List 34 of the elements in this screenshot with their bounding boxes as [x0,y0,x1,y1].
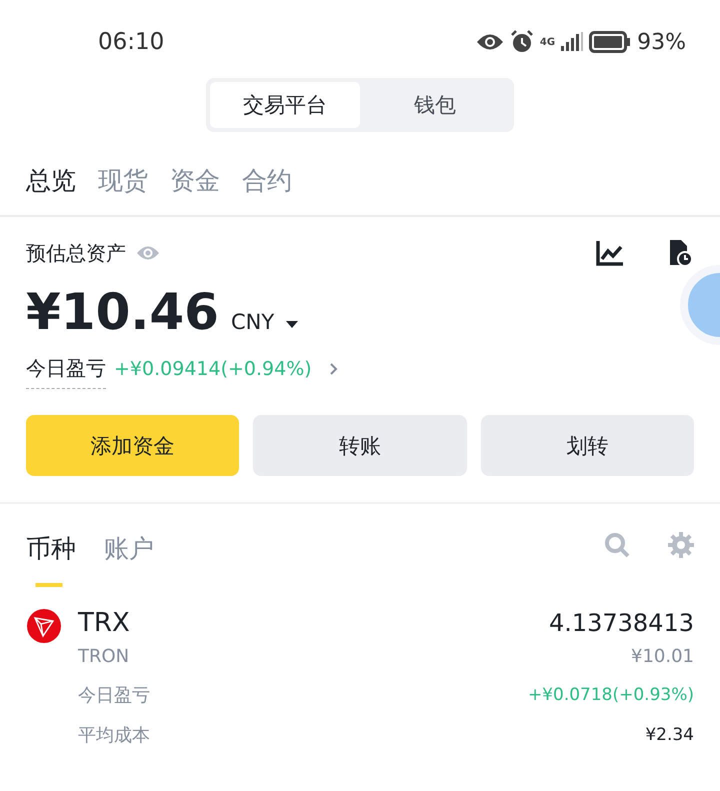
coin-pnl-label: 今日盈亏 [78,684,151,707]
chevron-right-icon[interactable] [330,363,338,375]
segment-tab[interactable]: 钱包 [360,82,510,128]
action-button[interactable]: 转账 [253,415,467,476]
coin-pnl-value: +¥0.0718(+0.93%) [528,685,694,705]
signal-icon [561,32,584,52]
battery-icon [589,31,632,53]
eye-icon[interactable] [136,245,160,261]
tab[interactable]: 总览 [26,164,76,197]
action-button[interactable]: 添加资金 [26,415,240,476]
coin-logo-icon [26,608,62,644]
total-amount: ¥10.46 [26,283,219,341]
currency-selector[interactable]: CNY [230,310,274,334]
total-assets-label: 预估总资产 [26,240,126,266]
coin-name: TRON [78,646,130,667]
eye-icon [476,33,504,51]
list-tab[interactable]: 币种 [26,532,76,587]
network-type: 4G [540,36,556,48]
action-button[interactable]: 划转 [480,415,694,476]
today-pnl-value: +¥0.09414(+0.94%) [114,358,312,380]
caret-icon[interactable] [286,321,298,329]
document-clock-icon[interactable] [668,239,694,267]
average-cost-label: 平均成本 [78,724,151,747]
search-icon[interactable] [604,532,630,558]
coin-amount: 4.13738413 [548,609,694,637]
coin-symbol: TRX [78,608,131,638]
average-cost-value: ¥2.34 [644,725,694,745]
alarm-clock-icon [510,30,534,54]
coin-value: ¥10.01 [630,646,694,667]
status-time: 06:10 [98,29,164,55]
line-chart-icon[interactable] [596,240,624,266]
battery-percent: 93% [637,30,686,54]
today-pnl-label: 今日盈亏 [26,355,106,389]
segment-tab[interactable]: 交易平台 [210,82,360,128]
